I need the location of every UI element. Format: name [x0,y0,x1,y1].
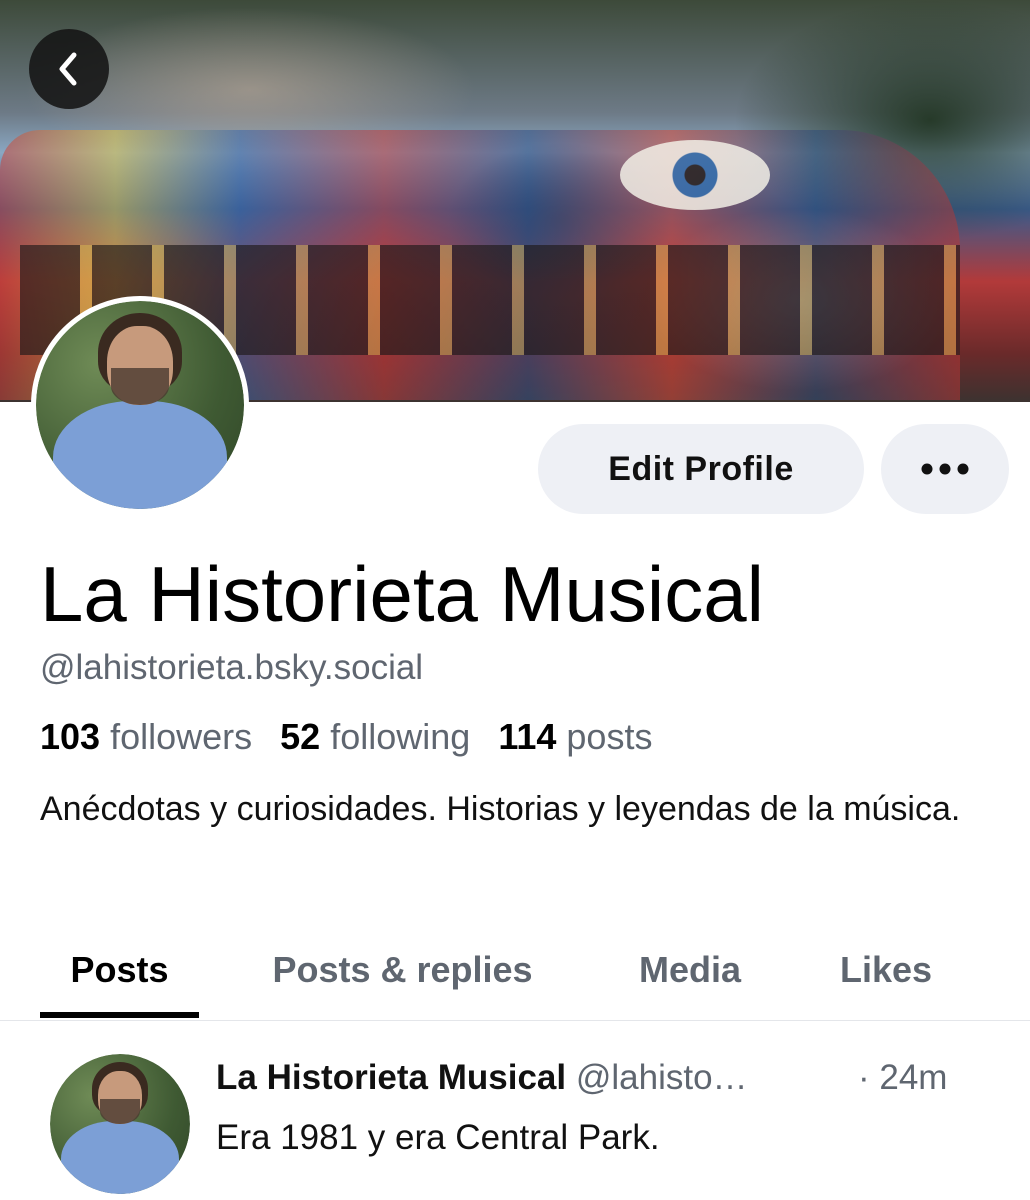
posts-count: 114 [498,716,557,757]
post-header: La Historieta Musical @lahisto… [216,1058,748,1098]
profile-tabs: Posts Posts & replies Media Likes [0,920,1030,1021]
post-timestamp[interactable]: · 24m [858,1058,947,1098]
post-text: Era 1981 y era Central Park. [216,1118,660,1157]
posts-label: posts [566,716,653,757]
profile-handle: @lahistorieta.bsky.social [40,648,424,687]
following-count: 52 [280,716,321,757]
banner-eye-mural [620,140,770,210]
post-author-avatar[interactable] [50,1054,190,1194]
more-horizontal-icon [921,463,969,475]
followers-link[interactable]: 103 followers [40,716,252,757]
tab-media[interactable]: Media [610,920,770,1020]
posts-stat: 114 posts [498,716,652,757]
followers-label: followers [110,716,253,757]
edit-profile-button[interactable]: Edit Profile [538,424,864,514]
active-tab-indicator [40,1012,199,1018]
followers-count: 103 [40,716,101,757]
post-author-name[interactable]: La Historieta Musical [216,1058,566,1097]
chevron-left-icon [59,52,77,86]
following-label: following [330,716,471,757]
back-button[interactable] [29,29,109,109]
tab-posts-and-replies[interactable]: Posts & replies [240,920,565,1020]
tab-posts[interactable]: Posts [40,920,199,1020]
profile-stats: 103 followers 52 following 114 posts [40,716,652,758]
profile-display-name: La Historieta Musical [40,550,764,638]
tab-likes[interactable]: Likes [815,920,957,1020]
profile-bio: Anécdotas y curiosidades. Historias y le… [40,790,961,828]
post-author-handle[interactable]: @lahisto… [576,1058,748,1097]
more-options-button[interactable] [881,424,1009,514]
profile-avatar[interactable] [31,296,249,514]
following-link[interactable]: 52 following [280,716,470,757]
